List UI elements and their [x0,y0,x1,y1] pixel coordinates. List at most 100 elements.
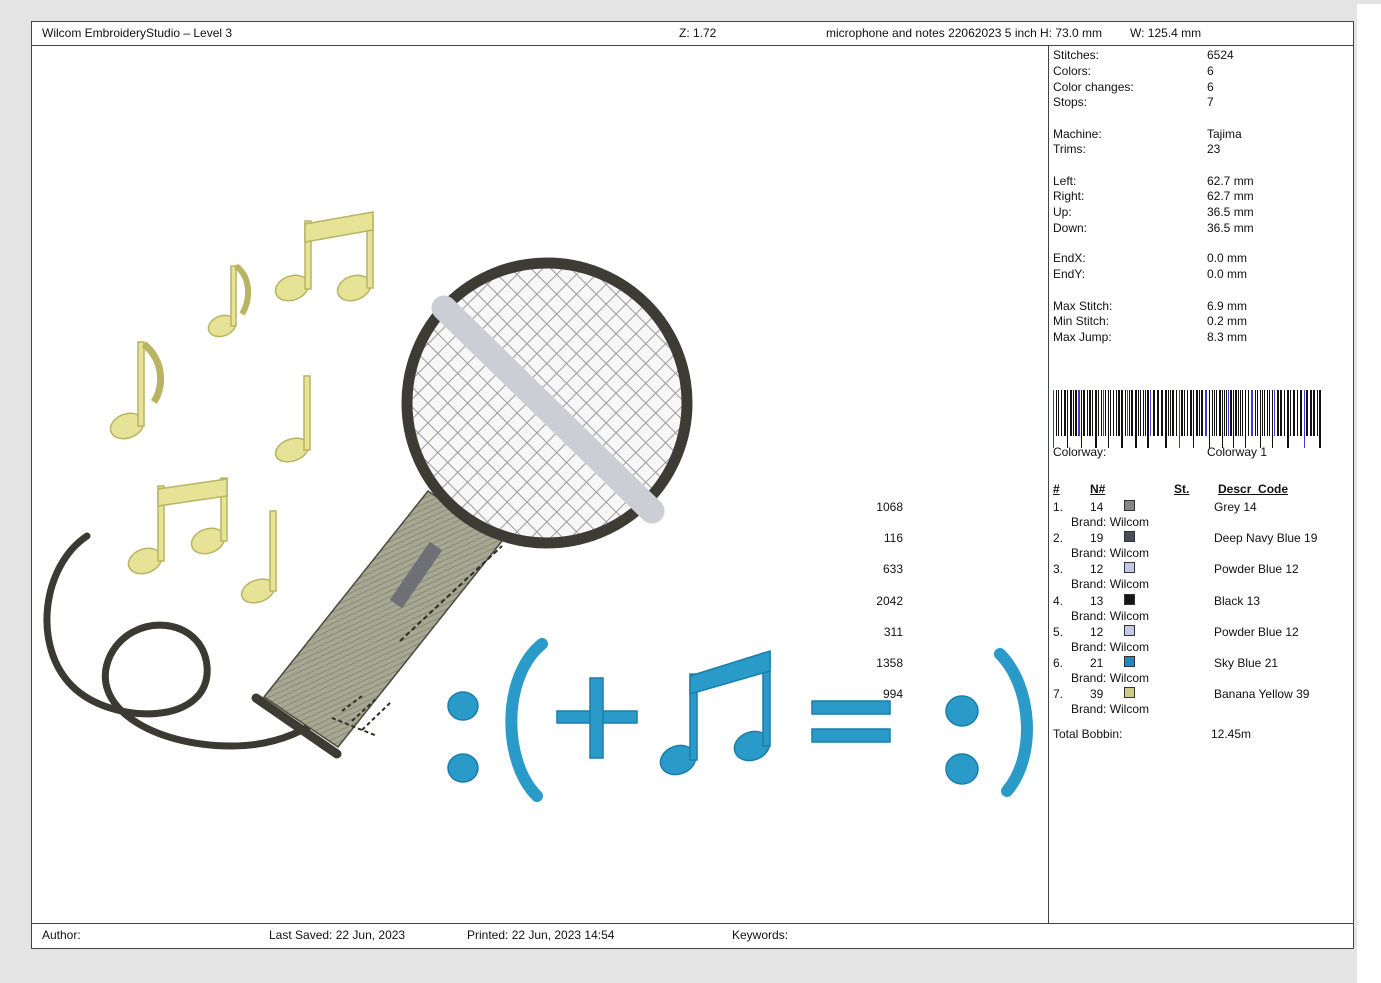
barcode-bar [1267,390,1268,436]
barcode-bar [1121,390,1123,448]
barcode-bar [1199,390,1200,436]
barcode-bar [1067,390,1068,448]
barcode-bar [1255,390,1256,436]
color-code: 12 [1090,562,1104,576]
barcode-bar [1110,390,1111,436]
barcode-bar [1170,390,1171,436]
barcode-bar [1209,390,1210,448]
barcode-bar [1064,390,1066,436]
barcode-bar [1098,390,1099,436]
barcode-bar [1224,390,1225,436]
color-swatch [1124,500,1135,511]
color-swatch [1124,562,1135,573]
barcode-bar [1248,390,1249,436]
keywords-label: Keywords: [732,928,789,942]
color-brand: Brand: Wilcom [1071,577,1150,591]
barcode-bar [1181,390,1183,436]
equals-bottom [811,728,891,743]
barcode-bar [1070,390,1072,436]
color-index: 2. [1053,531,1064,545]
colon2-bottom-dot [945,753,979,785]
barcode-bar [1304,390,1305,448]
barcode-bar [1061,390,1062,436]
barcode-bar [1089,390,1091,436]
barcode-bar [1135,390,1137,448]
equals-top [811,700,891,715]
barcode-bar [1103,390,1104,436]
barcode-bar [1140,390,1141,436]
barcode-bar [1108,390,1109,448]
barcode-bar [1075,390,1077,436]
barcode-bar [1235,390,1237,436]
open-paren [505,638,548,802]
color-brand: Brand: Wilcom [1071,640,1150,654]
barcode-bar [1150,390,1151,436]
color-code: 39 [1090,687,1104,701]
color-swatch [1124,656,1135,667]
color-brand: Brand: Wilcom [1071,515,1150,529]
color-code: 21 [1090,656,1104,670]
colon2-top-dot [945,695,979,727]
barcode-bar [1056,390,1057,436]
barcode-bar [1193,390,1194,448]
music-notes [109,211,374,604]
barcode-bar [1058,390,1059,436]
color-description: Deep Navy Blue 19 [1214,531,1318,545]
barcode-bar [1081,390,1082,448]
barcode-bar [1238,390,1239,436]
color-stitches: 311 [883,625,903,639]
color-description: Banana Yellow 39 [1214,687,1310,701]
barcode-bar [1184,390,1185,436]
barcode-bar [1226,390,1227,436]
color-index: 6. [1053,656,1064,670]
barcode-bar [1212,390,1213,436]
color-brand: Brand: Wilcom [1071,671,1150,685]
barcode-bar [1216,390,1217,436]
barcode-bar [1118,390,1120,436]
color-description: Sky Blue 21 [1214,656,1279,670]
color-stitches: 994 [882,687,903,701]
background-edge [1357,4,1381,983]
design-barcode [1053,390,1321,448]
barcode-bar [1172,390,1174,436]
barcode-bar [1214,390,1215,436]
barcode-bar [1251,390,1253,436]
barcode-bar [1113,390,1114,436]
color-index: 5. [1053,625,1064,639]
color-description: Powder Blue 12 [1214,562,1299,576]
author-label: Author: [42,928,81,942]
color-stitches: 116 [883,531,903,545]
barcode-bar [1138,390,1139,436]
design-width: W: 125.4 mm [1130,26,1202,40]
barcode-bar [1242,390,1243,436]
print-preview-sheet: Wilcom EmbroideryStudio – Level 3 Z: 1.7… [31,21,1354,949]
barcode-bar [1297,390,1298,436]
colon-bottom-dot [447,753,479,783]
barcode-bar [1240,390,1241,436]
barcode-bar [1143,390,1144,436]
barcode-bar [1168,390,1169,436]
barcode-bar [1153,390,1155,436]
barcode-bar [1257,390,1258,436]
barcode-bar [1300,390,1302,436]
color-swatch [1124,594,1135,605]
zoom-level: Z: 1.72 [679,26,717,40]
barcode-bar [1190,390,1192,436]
app-title: Wilcom EmbroideryStudio – Level 3 [42,26,233,40]
barcode-bar [1274,390,1275,436]
design-info-panel: Stitches: 6524 Colors: 6 Color changes: 6 S… [876,47,1353,923]
beamed-note [659,649,771,776]
barcode-bar [1222,390,1223,448]
color-brand: Brand: Wilcom [1071,702,1150,716]
barcode-bar [1083,390,1085,436]
embroidery-design [43,211,1033,802]
color-code: 12 [1090,625,1104,639]
color-index: 1. [1053,500,1064,514]
color-code: 14 [1090,500,1104,514]
color-index: 4. [1053,594,1064,608]
color-index: 3. [1053,562,1064,576]
barcode-bar [1161,390,1163,436]
barcode-bar [1078,390,1080,436]
barcode-bar [1131,390,1133,436]
barcode-bar [1087,390,1088,436]
